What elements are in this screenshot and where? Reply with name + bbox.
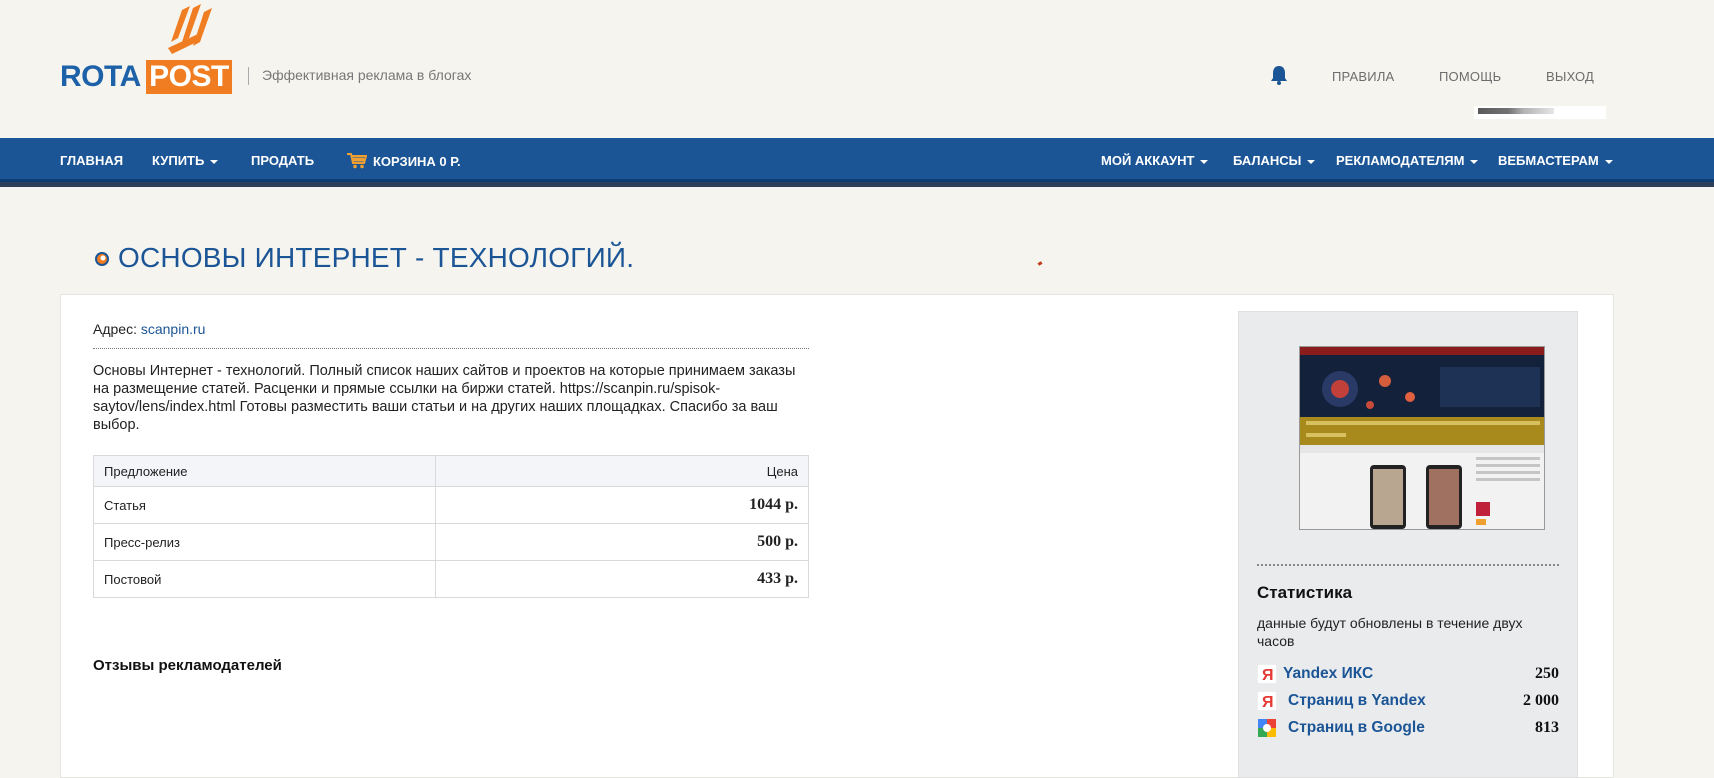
site-bullet-icon <box>95 252 109 266</box>
nav-bottom-border <box>0 182 1714 187</box>
stat-label[interactable]: Страниц в Yandex <box>1288 692 1426 710</box>
divider <box>93 348 809 349</box>
stat-row-google-pages: Страниц в Google 813 <box>1257 718 1559 740</box>
rotapost-logo[interactable]: ROTA POST <box>60 4 232 94</box>
nav-advertisers[interactable]: РЕКЛАМОДАТЕЛЯМ <box>1336 153 1479 168</box>
nav-cart[interactable]: КОРЗИНА 0 Р. <box>347 153 461 169</box>
svg-text:Я: Я <box>1262 667 1274 684</box>
page-title: ОСНОВЫ ИНТЕРНЕТ - ТЕХНОЛОГИЙ. <box>118 242 635 273</box>
price-table: Предложение Цена Статья 1044 р. Пресс-ре… <box>93 455 809 598</box>
table-row[interactable]: Статья 1044 р. <box>93 486 809 524</box>
offer-price: 1044 р. <box>435 486 809 524</box>
reviews-heading: Отзывы рекламодателей <box>93 657 282 674</box>
nav-buy[interactable]: КУПИТЬ <box>152 153 219 168</box>
stat-row-yandex-pages: Я Страниц в Yandex 2 000 <box>1257 691 1559 713</box>
stats-heading: Статистика <box>1257 583 1353 602</box>
offer-price: 500 р. <box>435 523 809 561</box>
stat-value: 250 <box>1535 665 1559 682</box>
column-header-offer: Предложение <box>93 455 436 487</box>
column-header-price: Цена <box>435 455 809 487</box>
chevron-down-icon <box>1470 159 1479 164</box>
bell-icon[interactable] <box>1268 64 1290 86</box>
stray-mark <box>1037 261 1043 266</box>
site-tagline: Эффективная реклама в блогах <box>262 67 472 83</box>
offer-name: Статья <box>93 486 436 524</box>
site-header: ROTA POST Эффективная реклама в блогах П… <box>0 0 1714 138</box>
stats-note: данные будут обновлены в течение двух ча… <box>1257 615 1523 649</box>
logout-link[interactable]: ВЫХОД <box>1546 69 1594 84</box>
chevron-down-icon <box>1307 159 1316 164</box>
address-label: Адрес: <box>93 321 137 337</box>
site-screenshot-thumbnail[interactable] <box>1299 346 1545 530</box>
address-link[interactable]: scanpin.ru <box>141 321 206 337</box>
pencil-logo-icon <box>168 4 212 54</box>
offer-name: Пресс-релиз <box>93 523 436 561</box>
stat-label[interactable]: Страниц в Google <box>1288 719 1425 737</box>
logo-text-post: POST <box>146 60 232 94</box>
table-row[interactable]: Постовой 433 р. <box>93 560 809 598</box>
stat-value: 813 <box>1535 719 1559 736</box>
table-row[interactable]: Пресс-релиз 500 р. <box>93 523 809 561</box>
site-description: Основы Интернет - технологий. Полный спи… <box>93 363 796 433</box>
divider <box>1257 564 1559 566</box>
chevron-down-icon <box>1200 159 1209 164</box>
nav-home[interactable]: ГЛАВНАЯ <box>60 153 123 168</box>
stat-value: 2 000 <box>1523 692 1559 709</box>
nav-my-account[interactable]: МОЙ АККАУНТ <box>1101 153 1209 168</box>
google-icon <box>1258 719 1276 737</box>
stat-row-yandex-iks: Я Yandex ИКС 250 <box>1257 664 1559 686</box>
table-header-row: Предложение Цена <box>93 455 809 487</box>
cart-icon <box>347 153 367 169</box>
offer-name: Постовой <box>93 560 436 598</box>
svg-text:Я: Я <box>1262 694 1274 711</box>
logo-text-rota: ROTA <box>60 60 141 93</box>
tagline-divider <box>248 67 249 85</box>
site-screenshot-image <box>1300 347 1544 529</box>
stat-label[interactable]: Yandex ИКС <box>1283 665 1373 683</box>
offer-price: 433 р. <box>435 560 809 598</box>
nav-webmasters[interactable]: ВЕБМАСТЕРАМ <box>1498 153 1613 168</box>
user-email-fragment <box>1478 108 1554 114</box>
rules-link[interactable]: ПРАВИЛА <box>1332 69 1394 84</box>
site-address: Адрес: scanpin.ru <box>93 321 205 337</box>
yandex-icon: Я <box>1257 691 1277 711</box>
main-navigation: ГЛАВНАЯ КУПИТЬ ПРОДАТЬ КОРЗИНА 0 Р. МОЙ … <box>0 138 1714 182</box>
chevron-down-icon <box>1604 159 1613 164</box>
help-link[interactable]: ПОМОЩЬ <box>1439 69 1501 84</box>
chevron-down-icon <box>210 159 219 164</box>
yandex-icon: Я <box>1257 664 1277 684</box>
nav-sell[interactable]: ПРОДАТЬ <box>251 153 314 168</box>
nav-balances[interactable]: БАЛАНСЫ <box>1233 153 1316 168</box>
